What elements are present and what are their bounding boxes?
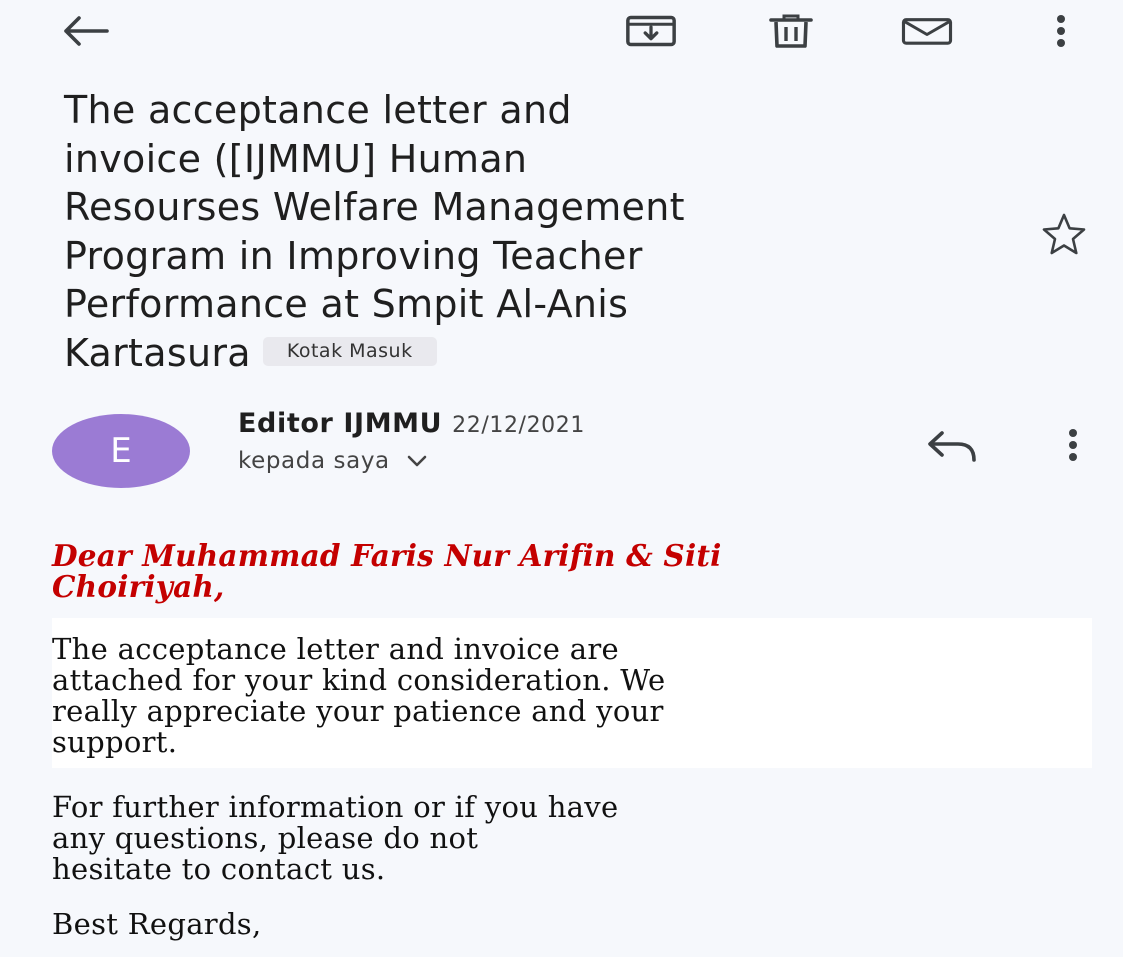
sender-name: Editor IJMMU bbox=[238, 408, 443, 439]
sender-avatar[interactable]: E bbox=[52, 414, 190, 488]
more-vert-icon bbox=[1069, 429, 1077, 461]
email-subject: The acceptance letter and invoice ([IJMM… bbox=[64, 86, 1024, 377]
star-outline-icon bbox=[1042, 213, 1086, 255]
body-line: really appreciate your patience and your bbox=[52, 694, 664, 728]
greeting-line: Choiriyah, bbox=[52, 569, 225, 604]
top-toolbar bbox=[0, 0, 1123, 62]
avatar-initial: E bbox=[110, 431, 132, 471]
subject-line: Resourses Welfare Management bbox=[64, 185, 685, 229]
star-button[interactable] bbox=[1036, 208, 1092, 258]
body-line: For further information or if you have bbox=[52, 790, 619, 824]
subject-line-text: Kartasura bbox=[64, 330, 251, 375]
archive-icon bbox=[626, 15, 676, 47]
reply-icon bbox=[928, 431, 976, 462]
email-body: Dear Muhammad Faris Nur Arifin & Siti Ch… bbox=[52, 540, 1092, 940]
body-paragraph-2: For further information or if you have a… bbox=[52, 792, 1092, 885]
subject-line: The acceptance letter and bbox=[64, 88, 572, 132]
back-button[interactable] bbox=[58, 6, 112, 56]
body-line: attached for your kind consideration. We bbox=[52, 663, 666, 697]
message-more-button[interactable] bbox=[1048, 420, 1098, 470]
trash-icon bbox=[769, 14, 813, 48]
body-line: The acceptance letter and invoice are bbox=[52, 632, 619, 666]
body-line: support. bbox=[52, 725, 178, 759]
chevron-down-icon bbox=[407, 455, 427, 467]
signoff-text: Best Regards, bbox=[52, 907, 262, 941]
recipient-label: kepada saya bbox=[238, 448, 390, 474]
archive-button[interactable] bbox=[624, 6, 678, 56]
recipient-details-toggle[interactable]: kepada saya bbox=[238, 448, 428, 474]
mail-unread-icon bbox=[901, 18, 953, 45]
body-line: hesitate to contact us. bbox=[52, 852, 386, 886]
more-vert-icon bbox=[1057, 15, 1065, 47]
email-date: 22/12/2021 bbox=[452, 413, 585, 438]
greeting: Dear Muhammad Faris Nur Arifin & Siti Ch… bbox=[52, 540, 1092, 602]
delete-button[interactable] bbox=[764, 6, 818, 56]
inbox-label-chip[interactable]: Kotak Masuk bbox=[262, 336, 437, 366]
subject-line: Program in Improving Teacher bbox=[64, 233, 643, 278]
mark-unread-button[interactable] bbox=[900, 6, 954, 56]
more-options-button[interactable] bbox=[1034, 6, 1088, 56]
reply-button[interactable] bbox=[920, 420, 984, 470]
greeting-line: Dear Muhammad Faris Nur Arifin & Siti bbox=[52, 538, 722, 573]
back-arrow-icon bbox=[64, 16, 109, 46]
sender-info: Editor IJMMU 22/12/2021 bbox=[238, 408, 585, 439]
body-line: any questions, please do not bbox=[52, 821, 479, 855]
subject-line: Performance at Smpit Al-Anis bbox=[64, 282, 629, 326]
body-paragraph-1: The acceptance letter and invoice are at… bbox=[52, 618, 1092, 768]
subject-line-last: Kartasura Kotak Masuk bbox=[64, 329, 1024, 378]
signoff: Best Regards, bbox=[52, 909, 1092, 940]
subject-line: invoice ([IJMMU] Human bbox=[64, 136, 528, 181]
